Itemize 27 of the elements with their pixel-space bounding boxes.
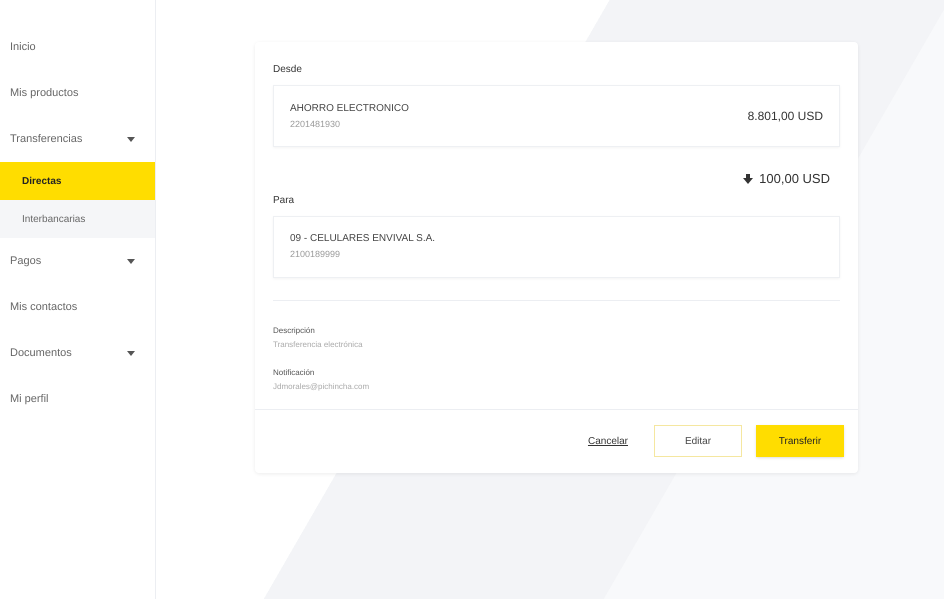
sidebar-item[interactable]: Pagos [0,238,155,284]
detail-label: Notificación [273,366,316,378]
sidebar-item[interactable]: Documentos [0,330,155,376]
detail-value: Jdmorales@pichincha.com [273,380,370,392]
recipient-card[interactable]: 09 - CELULARES ENVIVAL S.A. 2100189999 [273,216,840,278]
sidebar-item[interactable]: Mis productos [0,70,155,116]
sidebar-item[interactable]: Mis contactos [0,284,155,330]
arrow-down-icon [743,174,754,184]
to-label: Para [273,194,296,208]
from-label: Desde [273,63,303,77]
sidebar-item[interactable]: Mi perfil [0,376,155,422]
account-card[interactable]: AHORRO ELECTRONICO 2201481930 8.801,00 USD [273,85,840,147]
account-balance: 8.801,00 USD [748,108,823,125]
detail-value: Transferencia electrónica [273,338,364,350]
cancel-link[interactable]: Cancelar [576,425,640,457]
detail-label: Descripción [273,324,316,336]
action-button[interactable]: Editar [654,425,742,457]
recipient-name: 09 - CELULARES ENVIVAL S.A. [290,232,436,246]
recipient-number: 2100189999 [290,248,342,262]
account-name: AHORRO ELECTRONICO [290,102,409,116]
action-button[interactable]: Transferir [756,425,844,457]
sidebar-item[interactable]: Transferencias [0,116,155,162]
account-number: 2201481930 [290,118,342,131]
transfer-amount: 100,00 USD [759,170,830,188]
submenu-item[interactable]: Directas [0,162,155,200]
sidebar-item[interactable]: Inicio [0,24,155,70]
submenu-item[interactable]: Interbancarias [0,200,155,238]
